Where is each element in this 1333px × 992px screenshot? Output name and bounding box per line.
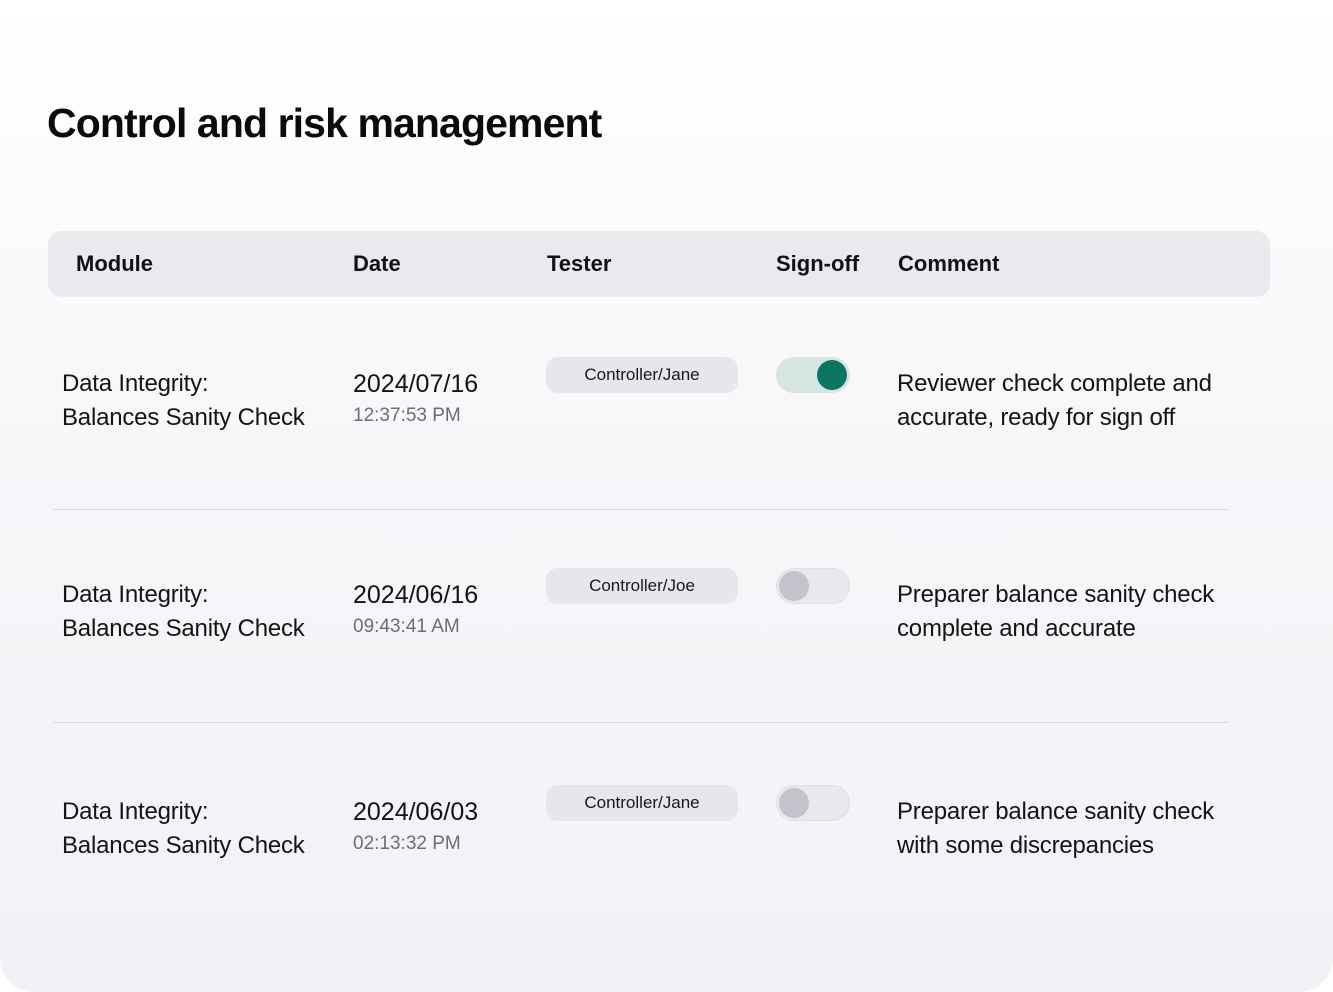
signoff-toggle[interactable] bbox=[776, 357, 850, 393]
comment-line: with some discrepancies bbox=[897, 832, 1154, 859]
date-value: 2024/06/16 bbox=[353, 581, 479, 609]
column-header-module[interactable]: Module bbox=[76, 231, 153, 297]
signoff-toggle[interactable] bbox=[776, 568, 850, 604]
date-value: 2024/07/16 bbox=[353, 370, 479, 398]
time-value: 02:13:32 PM bbox=[353, 833, 461, 854]
comment-line: accurate, ready for sign off bbox=[897, 404, 1176, 431]
column-header-signoff[interactable]: Sign-off bbox=[776, 231, 859, 297]
module-name: Data Integrity: bbox=[62, 581, 209, 608]
table-row[interactable]: Data Integrity: Balances Sanity Check 20… bbox=[48, 568, 1270, 698]
date-value: 2024/06/03 bbox=[353, 798, 479, 826]
time-value: 12:37:53 PM bbox=[353, 405, 461, 426]
toggle-knob bbox=[817, 360, 847, 390]
row-divider bbox=[53, 722, 1229, 723]
column-header-tester[interactable]: Tester bbox=[547, 231, 611, 297]
comment-line: Preparer balance sanity check bbox=[897, 581, 1215, 608]
comment-line: Reviewer check complete and bbox=[897, 370, 1212, 397]
tester-badge[interactable]: Controller/Jane bbox=[546, 785, 738, 821]
comment-line: Preparer balance sanity check bbox=[897, 798, 1215, 825]
toggle-knob bbox=[779, 571, 809, 601]
module-check: Balances Sanity Check bbox=[62, 832, 305, 859]
toggle-knob bbox=[779, 788, 809, 818]
module-name: Data Integrity: bbox=[62, 370, 209, 397]
row-divider bbox=[53, 509, 1229, 510]
page-title: Control and risk management bbox=[47, 100, 602, 146]
column-header-comment[interactable]: Comment bbox=[898, 231, 999, 297]
module-cell: Data Integrity: Balances Sanity Check bbox=[62, 795, 305, 863]
module-cell: Data Integrity: Balances Sanity Check bbox=[62, 367, 305, 435]
time-value: 09:43:41 AM bbox=[353, 616, 460, 637]
comment-cell: Preparer balance sanity check with some … bbox=[897, 795, 1214, 863]
comment-line: complete and accurate bbox=[897, 615, 1136, 642]
tester-badge[interactable]: Controller/Joe bbox=[546, 568, 738, 604]
module-name: Data Integrity: bbox=[62, 798, 209, 825]
tester-badge[interactable]: Controller/Jane bbox=[546, 357, 738, 393]
table-header: Module Date Tester Sign-off Comment bbox=[48, 231, 1270, 297]
comment-cell: Reviewer check complete and accurate, re… bbox=[897, 367, 1212, 435]
module-check: Balances Sanity Check bbox=[62, 615, 305, 642]
control-risk-card: Control and risk management Module Date … bbox=[0, 0, 1333, 992]
table-row[interactable]: Data Integrity: Balances Sanity Check 20… bbox=[48, 357, 1270, 487]
module-cell: Data Integrity: Balances Sanity Check bbox=[62, 578, 305, 646]
table-row[interactable]: Data Integrity: Balances Sanity Check 20… bbox=[48, 785, 1270, 915]
column-header-date[interactable]: Date bbox=[353, 231, 401, 297]
module-check: Balances Sanity Check bbox=[62, 404, 305, 431]
signoff-toggle[interactable] bbox=[776, 785, 850, 821]
comment-cell: Preparer balance sanity check complete a… bbox=[897, 578, 1214, 646]
